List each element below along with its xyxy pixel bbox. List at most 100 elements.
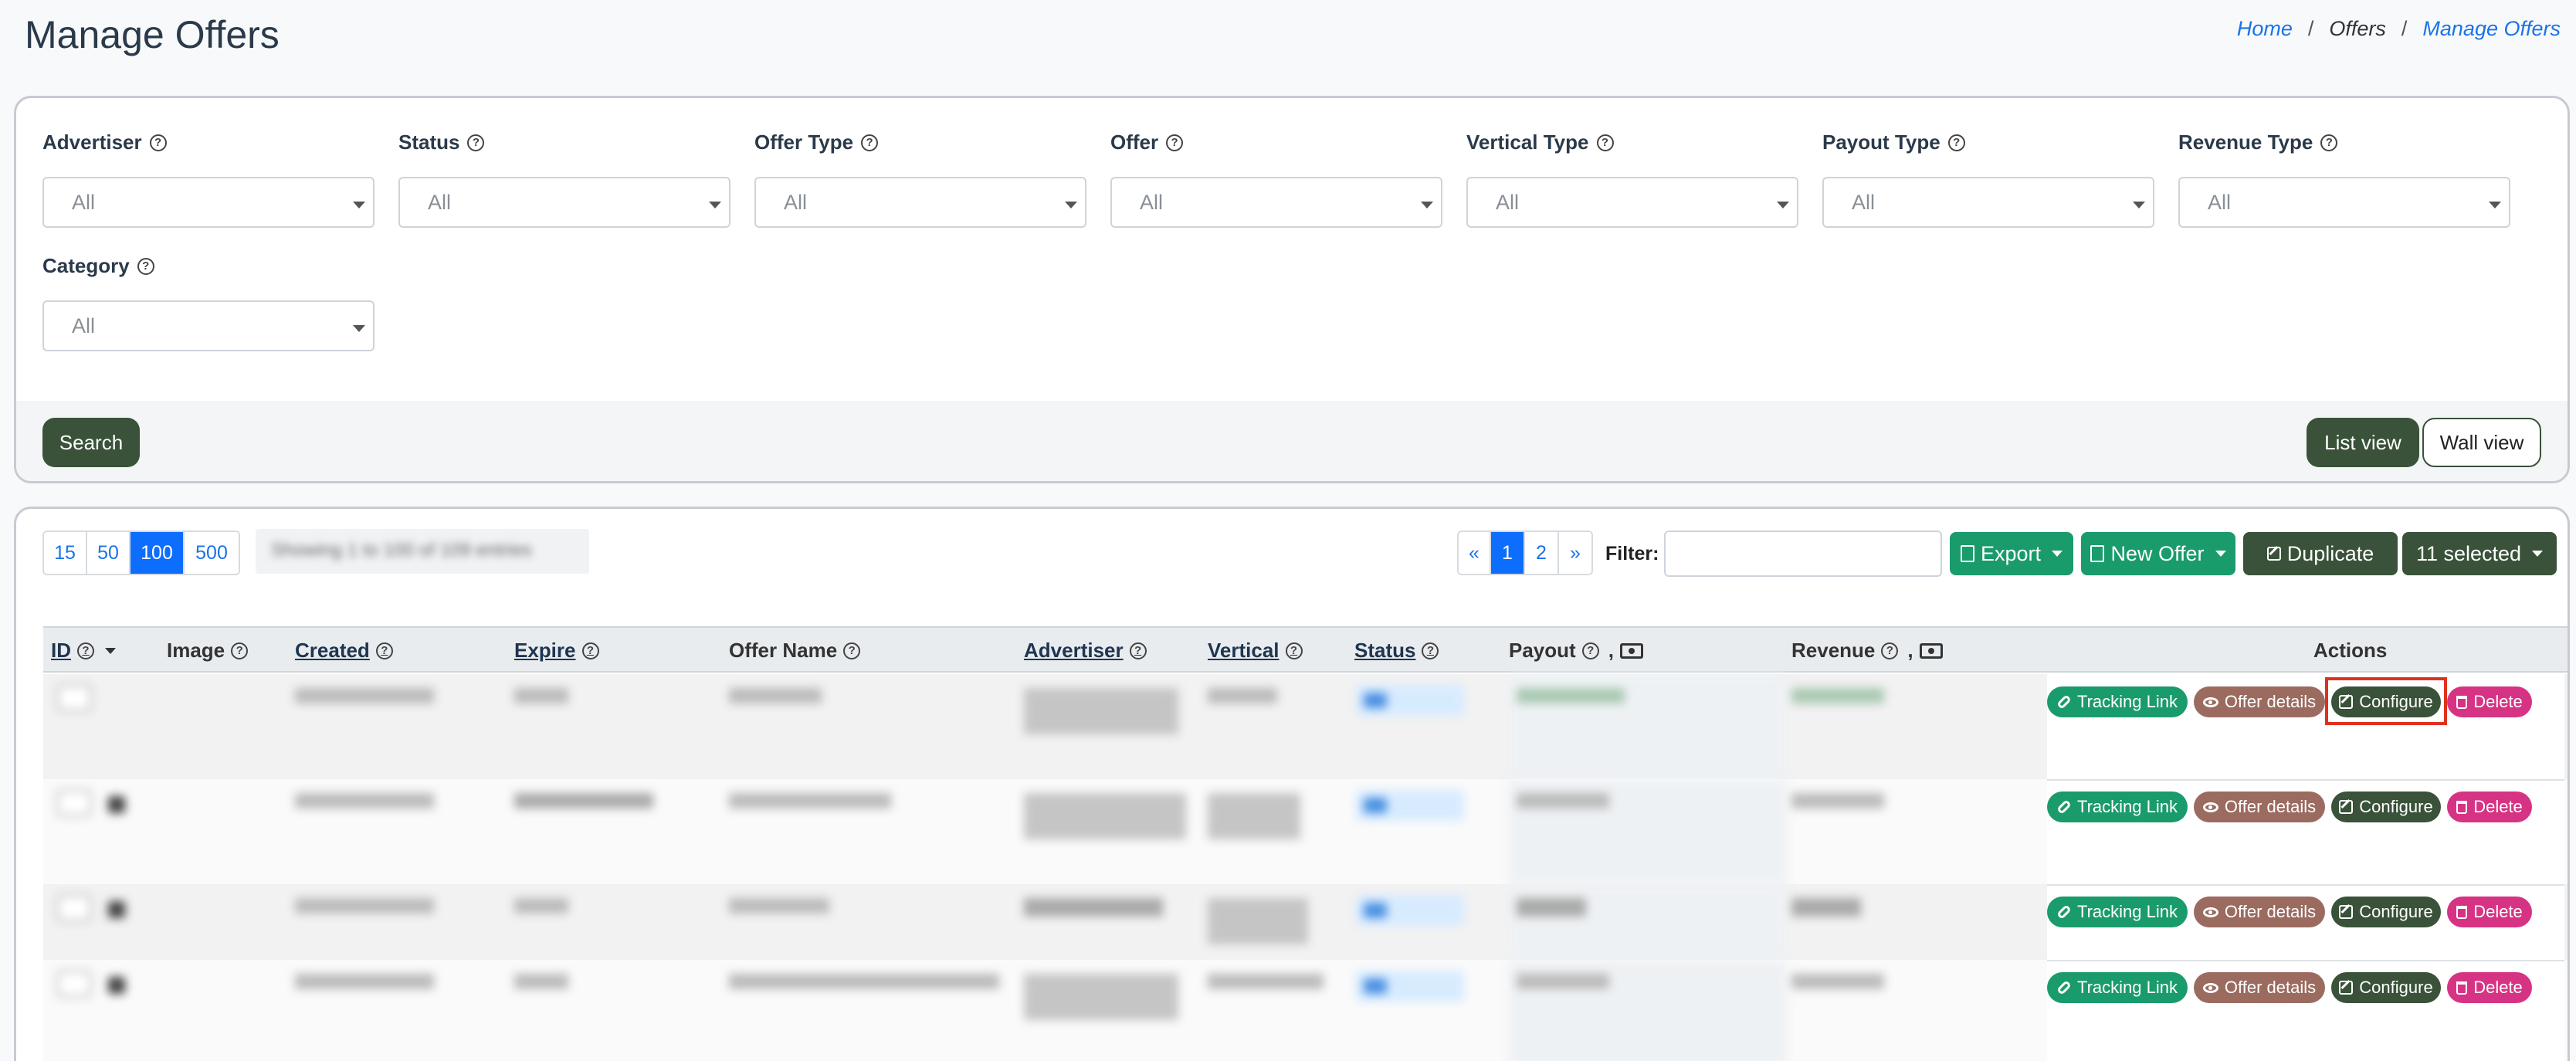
row-checkbox[interactable] xyxy=(57,790,91,816)
revenue-type-select[interactable]: All xyxy=(2178,177,2510,228)
action-label: Offer details xyxy=(2224,797,2317,816)
offer-details-button[interactable]: Offer details xyxy=(2194,897,2325,927)
edit-icon xyxy=(2339,981,2354,995)
row-checkbox[interactable] xyxy=(57,685,91,711)
tracking-link-button[interactable]: Tracking Link xyxy=(2047,792,2188,822)
row-checkbox[interactable] xyxy=(57,895,91,921)
created-cell xyxy=(295,974,434,989)
filter-label-text: Revenue Type xyxy=(2178,131,2313,154)
pagination-next[interactable]: » xyxy=(1559,532,1591,574)
payout-cell xyxy=(1509,884,1787,960)
pagination-prev[interactable]: « xyxy=(1459,532,1491,574)
offer-select[interactable]: All xyxy=(1110,177,1442,228)
tracking-link-button[interactable]: Tracking Link xyxy=(2047,972,2188,1003)
edit-icon xyxy=(2339,800,2354,814)
chevron-down-icon xyxy=(2215,551,2226,557)
breadcrumb-manage-offers[interactable]: Manage Offers xyxy=(2422,17,2561,41)
select-value: All xyxy=(72,190,96,214)
action-label: Offer details xyxy=(2224,692,2317,711)
status-badge xyxy=(1356,971,1464,1002)
filter-input[interactable] xyxy=(1664,530,1942,577)
help-icon[interactable]: ? xyxy=(231,642,249,659)
help-icon[interactable]: ? xyxy=(581,642,599,659)
export-button[interactable]: Export xyxy=(1950,532,2073,575)
advertiser-cell xyxy=(1024,688,1178,734)
help-icon[interactable]: ? xyxy=(1129,642,1147,659)
delete-button[interactable]: Delete xyxy=(2447,897,2532,927)
delete-button[interactable]: Delete xyxy=(2447,972,2532,1003)
chevron-down-icon xyxy=(2489,202,2501,208)
tracking-link-button[interactable]: Tracking Link xyxy=(2047,897,2188,927)
help-icon[interactable]: ? xyxy=(1596,134,1614,151)
pagination: « 1 2 » xyxy=(1457,530,1593,575)
row-checkbox[interactable] xyxy=(57,971,91,997)
column-header-revenue: Revenue?, xyxy=(1791,639,1943,663)
chevron-down-icon xyxy=(353,202,365,208)
pagination-page[interactable]: 1 xyxy=(1491,532,1525,574)
vertical-cell xyxy=(1208,898,1308,944)
help-icon[interactable]: ? xyxy=(2320,134,2338,151)
status-badge xyxy=(1356,790,1464,821)
help-icon[interactable]: ? xyxy=(861,134,879,151)
configure-button[interactable]: Configure xyxy=(2331,897,2441,927)
offer-type-select[interactable]: All xyxy=(754,177,1086,228)
selected-count-button[interactable]: 11 selected xyxy=(2402,532,2557,575)
page-size-option[interactable]: 15 xyxy=(44,532,87,574)
page-size-option[interactable]: 500 xyxy=(185,532,239,574)
expire-cell xyxy=(514,793,653,808)
column-header-expire[interactable]: Expire? xyxy=(514,639,599,663)
payout-type-select[interactable]: All xyxy=(1822,177,2154,228)
select-value: All xyxy=(1496,190,1520,214)
help-icon[interactable]: ? xyxy=(1422,642,1439,659)
help-icon[interactable]: ? xyxy=(1166,134,1184,151)
help-icon[interactable]: ? xyxy=(375,642,393,659)
column-header-created[interactable]: Created? xyxy=(295,639,393,663)
configure-button[interactable]: Configure xyxy=(2331,792,2441,822)
vertical-type-select[interactable]: All xyxy=(1466,177,1798,228)
help-icon[interactable]: ? xyxy=(149,134,167,151)
tracking-link-button[interactable]: Tracking Link xyxy=(2047,686,2188,717)
action-label: Delete xyxy=(2473,692,2523,711)
advertiser-select[interactable]: All xyxy=(42,177,375,228)
search-button[interactable]: Search xyxy=(42,418,140,467)
help-icon[interactable]: ? xyxy=(467,134,485,151)
offer-details-button[interactable]: Offer details xyxy=(2194,686,2325,717)
breadcrumb-home[interactable]: Home xyxy=(2237,17,2293,41)
category-select[interactable]: All xyxy=(42,300,375,351)
column-header-vertical[interactable]: Vertical? xyxy=(1208,639,1303,663)
column-header-id[interactable]: ID? xyxy=(51,639,116,663)
new-offer-button[interactable]: New Offer xyxy=(2081,532,2235,575)
configure-button[interactable]: Configure xyxy=(2331,972,2441,1003)
column-header-status[interactable]: Status? xyxy=(1354,639,1439,663)
column-header-label: Expire xyxy=(514,639,576,662)
status-select[interactable]: All xyxy=(398,177,730,228)
offer-details-button[interactable]: Offer details xyxy=(2194,792,2325,822)
chevron-down-icon xyxy=(353,325,365,332)
delete-button[interactable]: Delete xyxy=(2447,686,2532,717)
list-view-button[interactable]: List view xyxy=(2307,418,2419,467)
column-header-advertiser[interactable]: Advertiser? xyxy=(1024,639,1147,663)
help-icon[interactable]: ? xyxy=(137,257,154,275)
help-icon[interactable]: ? xyxy=(77,642,94,659)
delete-button[interactable]: Delete xyxy=(2447,792,2532,822)
help-icon[interactable]: ? xyxy=(1881,642,1899,659)
help-icon[interactable]: ? xyxy=(843,642,861,659)
duplicate-button[interactable]: Duplicate xyxy=(2243,532,2398,575)
column-header-actions: Actions xyxy=(2313,639,2388,662)
help-icon[interactable]: ? xyxy=(1581,642,1599,659)
select-value: All xyxy=(1852,190,1876,214)
column-header-label: Payout xyxy=(1509,639,1576,662)
select-value: All xyxy=(72,314,96,337)
link-icon xyxy=(2056,799,2072,815)
help-icon[interactable]: ? xyxy=(1947,134,1965,151)
page-size-option-active[interactable]: 100 xyxy=(130,532,185,574)
action-label: Delete xyxy=(2473,902,2523,921)
page-size-option[interactable]: 50 xyxy=(87,532,130,574)
status-badge xyxy=(1356,895,1464,926)
breadcrumb-separator: / xyxy=(2401,17,2408,40)
help-icon[interactable]: ? xyxy=(1285,642,1303,659)
filter-label-payout-type: Payout Type? xyxy=(1822,131,1965,154)
offer-details-button[interactable]: Offer details xyxy=(2194,972,2325,1003)
wall-view-button[interactable]: Wall view xyxy=(2422,418,2541,467)
pagination-page[interactable]: 2 xyxy=(1525,532,1559,574)
